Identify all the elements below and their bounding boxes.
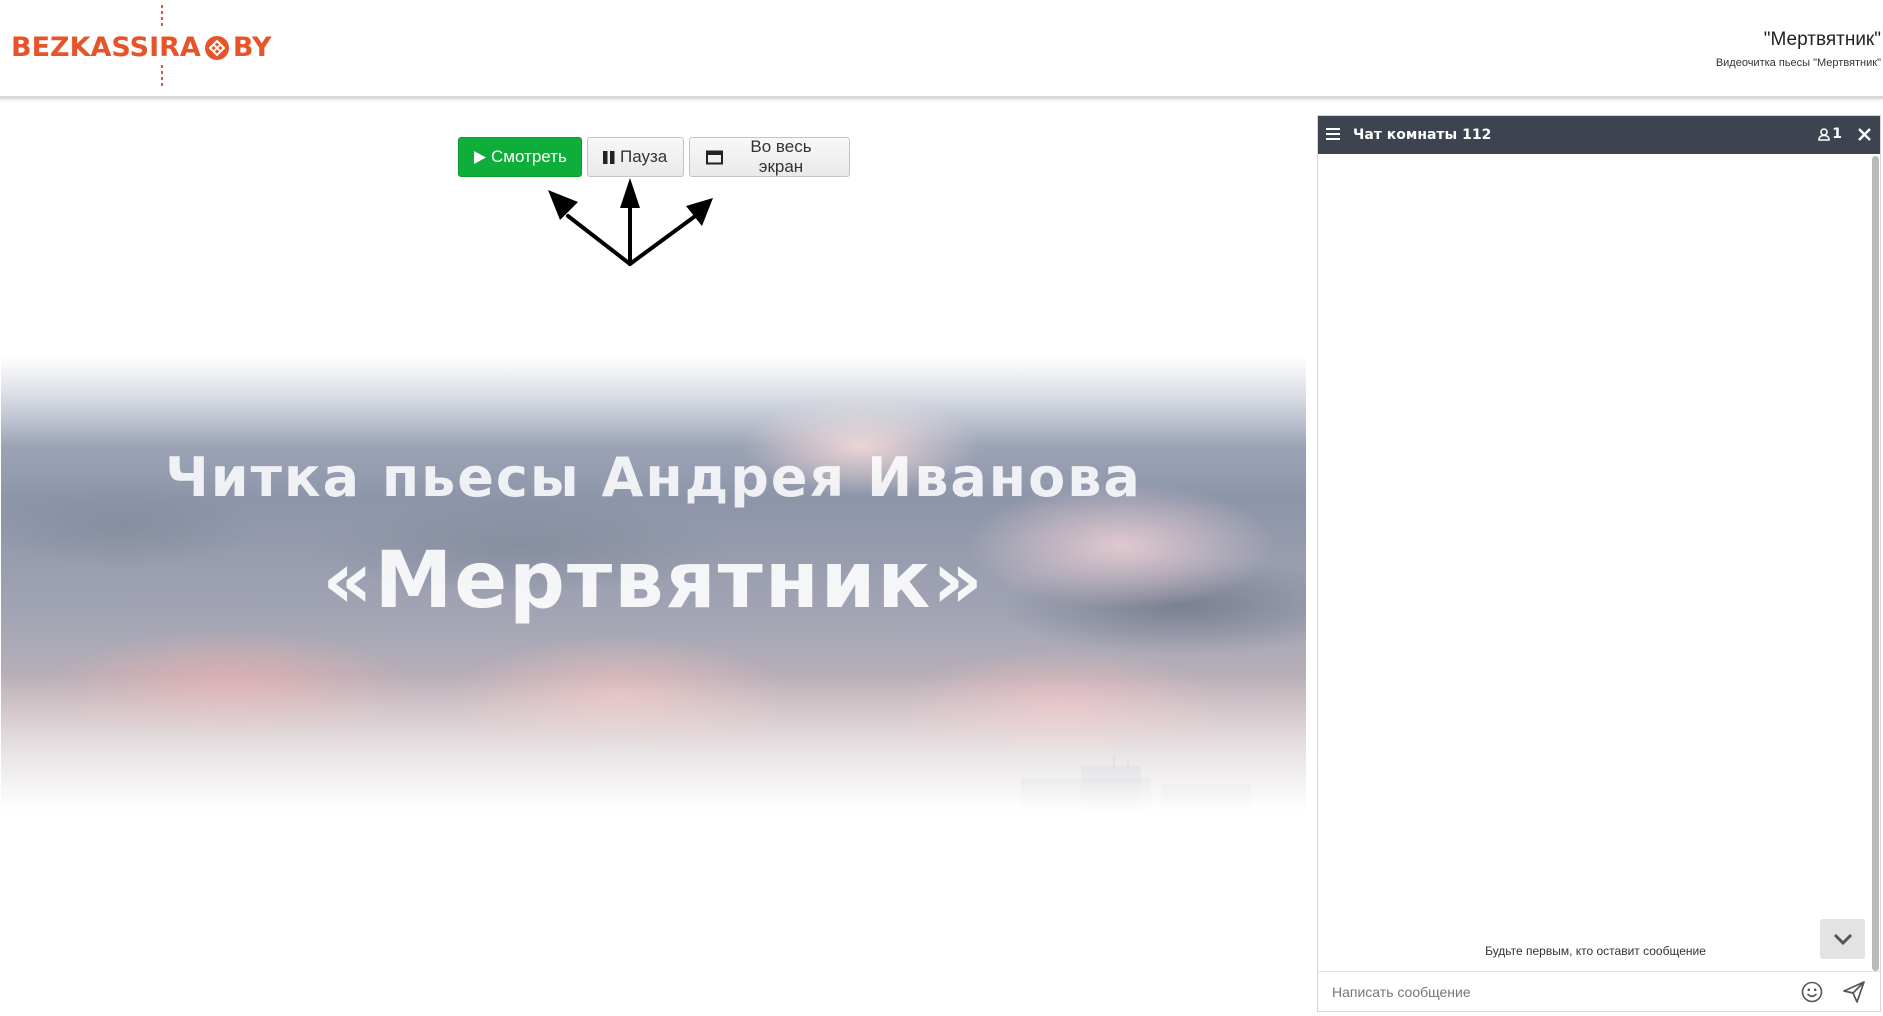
chat-users-count[interactable]: 1	[1818, 126, 1842, 142]
logo-ornament-icon	[204, 35, 229, 60]
video-frame[interactable]: Читка пьесы Андрея Иванова «Мертвятник»	[1, 356, 1306, 836]
site-header: BEZKASSIRA BY "Мертвятник" Видеочитка пь…	[0, 0, 1883, 99]
play-icon	[473, 150, 487, 165]
pause-button-label: Пауза	[620, 147, 668, 166]
site-logo[interactable]: BEZKASSIRA BY	[11, 32, 272, 63]
video-title-line2: «Мертвятник»	[322, 536, 985, 626]
pause-icon	[602, 150, 616, 165]
event-title: "Мертвятник"	[1763, 29, 1881, 50]
users-count-value: 1	[1832, 126, 1842, 142]
close-icon[interactable]	[1858, 128, 1871, 141]
player-controls: Смотреть Пауза Во весь экран	[458, 137, 850, 177]
smiley-icon[interactable]	[1801, 981, 1823, 1003]
fullscreen-button[interactable]: Во весь экран	[689, 137, 850, 177]
logo-text-left: BEZKASSIRA	[11, 32, 201, 63]
window-icon	[706, 150, 723, 165]
user-icon	[1818, 127, 1831, 141]
chat-empty-message: Будьте первым, кто оставит сообщение	[1485, 944, 1706, 958]
annotation-arrows	[548, 178, 713, 266]
logo-text-right: BY	[232, 32, 272, 63]
chat-panel: Чат комнаты 112 1 Будьте первым, кто ост…	[1317, 115, 1881, 1012]
chat-input-row	[1318, 971, 1880, 1011]
chat-message-input[interactable]	[1330, 978, 1774, 1006]
pause-button[interactable]: Пауза	[587, 137, 684, 177]
paper-plane-icon[interactable]	[1842, 980, 1866, 1004]
watch-button[interactable]: Смотреть	[458, 137, 582, 177]
watch-button-label: Смотреть	[491, 147, 567, 166]
fullscreen-button-label: Во весь экран	[750, 137, 812, 176]
chat-header: Чат комнаты 112 1	[1318, 116, 1880, 154]
hamburger-icon[interactable]	[1326, 128, 1340, 140]
chat-scrollbar[interactable]	[1872, 156, 1879, 971]
event-subtitle: Видеочитка пьесы "Мертвятник"	[1715, 57, 1881, 69]
chat-title: Чат комнаты 112	[1353, 127, 1492, 143]
video-title-line1: Читка пьесы Андрея Иванова	[165, 446, 1142, 509]
